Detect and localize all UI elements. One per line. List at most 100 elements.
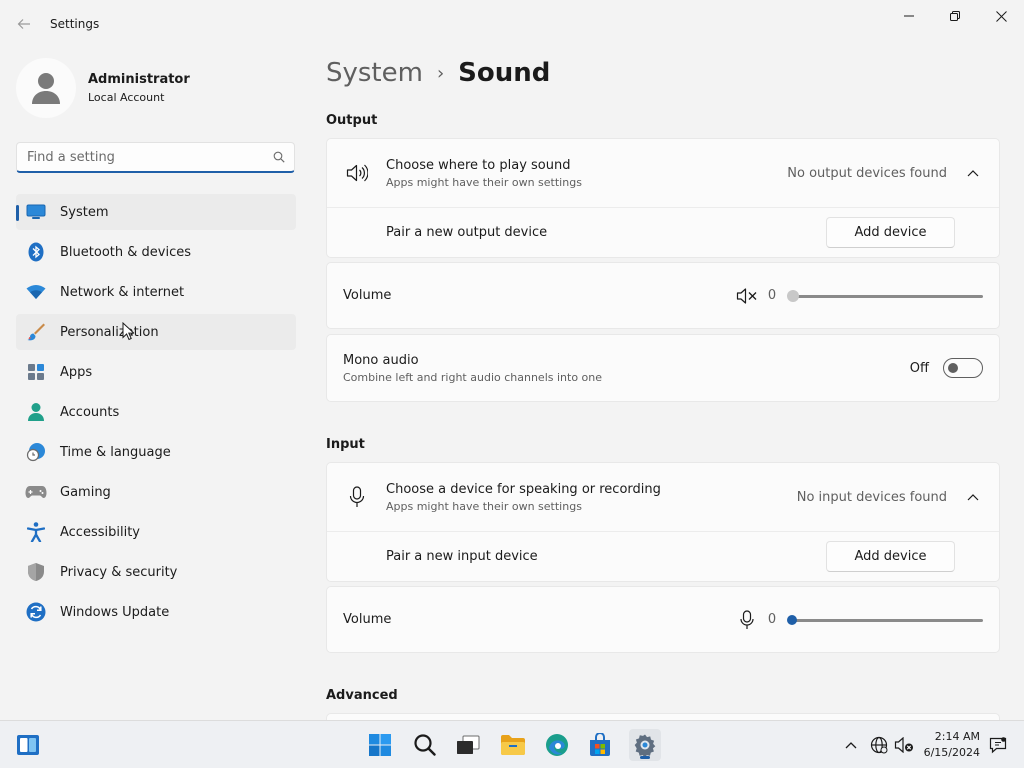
widgets-icon[interactable] — [12, 729, 44, 761]
avatar — [16, 58, 76, 118]
bluetooth-icon — [16, 234, 56, 270]
task-view-icon[interactable] — [452, 729, 484, 761]
sidebar-item-apps[interactable]: Apps — [16, 354, 296, 390]
output-volume-row: Volume 0 — [327, 263, 999, 328]
slider-track — [795, 294, 983, 298]
sidebar-item-network[interactable]: Network & internet — [16, 274, 296, 310]
sidebar-item-gaming[interactable]: Gaming — [16, 474, 296, 510]
user-avatar-icon — [32, 73, 60, 104]
pair-input-row: Pair a new input device Add device — [327, 531, 999, 581]
sidebar-item-system[interactable]: System — [16, 194, 296, 230]
gamepad-icon — [16, 474, 56, 510]
pair-input-label: Pair a new input device — [386, 549, 538, 564]
clock-globe-icon — [16, 434, 56, 470]
chevron-up-icon[interactable] — [839, 733, 863, 757]
search-input[interactable] — [17, 149, 264, 165]
search-icon[interactable] — [264, 151, 294, 163]
search-icon[interactable] — [409, 729, 441, 761]
globe-network-icon[interactable] — [867, 733, 891, 757]
speaker-muted-icon[interactable] — [892, 733, 916, 757]
minimize-button[interactable] — [886, 0, 932, 32]
start-icon[interactable] — [364, 729, 396, 761]
input-device-card: Choose a device for speaking or recordin… — [326, 462, 1000, 582]
add-input-device-button[interactable]: Add device — [826, 541, 955, 572]
output-choose-subtitle: Apps might have their own settings — [386, 175, 582, 189]
system-clock[interactable]: 2:14 AM 6/15/2024 — [924, 729, 980, 761]
input-volume-slider[interactable] — [787, 610, 983, 630]
advanced-heading: Advanced — [326, 688, 398, 703]
output-volume-card: Volume 0 — [326, 262, 1000, 329]
sidebar-item-bluetooth[interactable]: Bluetooth & devices — [16, 234, 296, 270]
toggle-knob — [948, 363, 958, 373]
slider-thumb[interactable] — [787, 614, 797, 625]
sidebar-item-label: Personalization — [60, 324, 159, 340]
add-output-device-button[interactable]: Add device — [826, 217, 955, 248]
sidebar-item-time-language[interactable]: Time & language — [16, 434, 296, 470]
title-bar: Settings — [0, 0, 1024, 48]
notifications-icon[interactable] — [986, 733, 1010, 757]
breadcrumb: System › Sound — [326, 58, 550, 88]
brush-icon — [16, 314, 56, 350]
sidebar-item-label: Network & internet — [60, 284, 185, 300]
sidebar-nav: System Bluetooth & devices Network & int… — [16, 194, 296, 634]
sidebar-item-accounts[interactable]: Accounts — [16, 394, 296, 430]
restore-button[interactable] — [932, 0, 978, 32]
store-icon[interactable] — [584, 729, 616, 761]
user-profile[interactable]: Administrator Local Account — [16, 58, 190, 118]
sidebar-item-label: Accessibility — [60, 524, 140, 540]
input-heading: Input — [326, 437, 365, 452]
sidebar-item-label: Bluetooth & devices — [60, 244, 191, 260]
shield-icon — [16, 554, 56, 590]
input-volume-row: Volume 0 — [327, 587, 999, 652]
chevron-up-icon[interactable] — [961, 169, 985, 177]
sidebar-item-label: Windows Update — [60, 604, 170, 620]
search-box[interactable] — [16, 142, 295, 173]
sidebar-item-privacy-security[interactable]: Privacy & security — [16, 554, 296, 590]
output-volume-label: Volume — [343, 288, 392, 303]
breadcrumb-parent[interactable]: System — [326, 58, 423, 88]
apps-icon — [16, 354, 56, 390]
input-volume-label: Volume — [343, 612, 392, 627]
active-app-indicator — [640, 756, 650, 759]
output-volume-slider[interactable] — [787, 286, 983, 306]
microphone-icon[interactable] — [733, 606, 761, 634]
taskbar: 2:14 AM 6/15/2024 — [0, 720, 1024, 768]
slider-thumb[interactable] — [787, 289, 799, 302]
chevron-up-icon[interactable] — [961, 493, 985, 501]
input-device-expander[interactable]: Choose a device for speaking or recordin… — [327, 463, 999, 531]
input-status: No input devices found — [796, 489, 947, 505]
sidebar: Administrator Local Account System Bluet… — [0, 48, 310, 720]
sidebar-item-label: Privacy & security — [60, 564, 178, 580]
microphone-icon — [327, 486, 386, 508]
output-device-card: Choose where to play sound Apps might ha… — [326, 138, 1000, 258]
sidebar-item-label: Gaming — [60, 484, 111, 500]
minimize-icon — [904, 15, 914, 17]
mono-audio-state: Off — [909, 360, 929, 376]
sidebar-item-label: System — [60, 204, 109, 220]
app-title: Settings — [50, 17, 100, 31]
edge-icon[interactable] — [541, 729, 573, 761]
mono-audio-title: Mono audio — [343, 352, 419, 368]
clock-date: 6/15/2024 — [923, 746, 980, 759]
back-arrow-icon — [17, 19, 30, 29]
output-device-expander[interactable]: Choose where to play sound Apps might ha… — [327, 139, 999, 207]
close-button[interactable] — [978, 0, 1024, 32]
sidebar-item-windows-update[interactable]: Windows Update — [16, 594, 296, 630]
back-button[interactable] — [12, 12, 36, 36]
main-content: System › Sound Output Choose where to pl… — [326, 48, 1000, 720]
window-controls — [886, 0, 1024, 32]
mono-audio-toggle[interactable] — [943, 358, 983, 378]
profile-account-type: Local Account — [88, 91, 165, 104]
accounts-icon — [16, 394, 56, 430]
file-explorer-icon[interactable] — [497, 729, 529, 761]
settings-icon[interactable] — [629, 729, 661, 761]
close-icon — [995, 10, 1007, 22]
input-choose-title: Choose a device for speaking or recordin… — [386, 481, 661, 497]
page-title: Sound — [458, 58, 551, 88]
sidebar-item-accessibility[interactable]: Accessibility — [16, 514, 296, 550]
speaker-muted-icon[interactable] — [733, 282, 761, 310]
sidebar-item-personalization[interactable]: Personalization — [16, 314, 296, 350]
mouse-cursor-icon — [122, 322, 134, 341]
accessibility-icon — [16, 514, 56, 550]
chevron-right-icon: › — [436, 62, 445, 84]
